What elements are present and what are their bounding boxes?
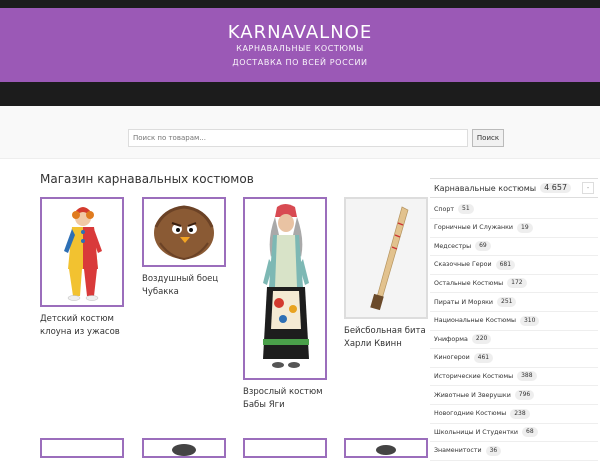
category-count-badge: 68: [522, 427, 538, 438]
category-count-badge: 681: [495, 259, 516, 270]
product-card[interactable]: [142, 438, 226, 458]
product-card[interactable]: [344, 438, 428, 458]
category-label[interactable]: Животные И Зверушки: [434, 392, 511, 399]
category-item[interactable]: Животные И Зверушки 796: [430, 386, 598, 405]
category-item[interactable]: Сказочные Герои 681: [430, 256, 598, 275]
category-count-badge: 388: [517, 371, 537, 382]
category-item[interactable]: Спорт 51: [430, 200, 598, 219]
product-name[interactable]: Взрослый костюм Бабы Яги: [243, 386, 338, 412]
category-label[interactable]: Униформа: [434, 336, 468, 343]
category-item[interactable]: Исторические Костюмы 388: [430, 367, 598, 387]
search-bar: Поиск: [0, 106, 600, 159]
category-label[interactable]: Остальные Костюмы: [434, 280, 503, 287]
site-tagline-1: КАРНАВАЛЬНЫЕ КОСТЮМЫ: [236, 44, 364, 53]
category-item[interactable]: Новогодние Костюмы 238: [430, 405, 598, 424]
search-button[interactable]: Поиск: [472, 129, 504, 147]
category-label[interactable]: Киногерои: [434, 354, 470, 361]
product-image[interactable]: [142, 197, 226, 267]
category-item[interactable]: Киногерои 461: [430, 349, 598, 368]
nav-bar: [0, 82, 600, 106]
category-label[interactable]: Исторические Костюмы: [434, 373, 513, 380]
product-name[interactable]: Бейсбольная бита Харли Квинн: [344, 325, 439, 351]
category-label[interactable]: Новогодние Костюмы: [434, 410, 506, 417]
category-header-label[interactable]: Карнавальные костюмы: [434, 184, 536, 193]
category-count-badge: 4 657: [540, 183, 572, 193]
category-label[interactable]: Горничные И Служанки: [434, 224, 513, 231]
category-label[interactable]: Сказочные Герои: [434, 261, 492, 268]
category-count-badge: 251: [497, 297, 517, 307]
product-image[interactable]: [344, 197, 428, 319]
category-label[interactable]: Национальные Костюмы: [434, 317, 516, 324]
category-count-badge: 36: [485, 445, 502, 456]
category-item[interactable]: Остальные Костюмы 172: [430, 274, 598, 294]
product-card[interactable]: Воздушный боец Чубакка: [142, 197, 237, 299]
product-name[interactable]: Воздушный боец Чубакка: [142, 273, 237, 299]
category-count-badge: 461: [473, 352, 494, 363]
product-image[interactable]: [243, 197, 327, 380]
product-card[interactable]: Взрослый костюм Бабы Яги: [243, 197, 338, 412]
top-bar: [0, 0, 600, 8]
product-card[interactable]: Детский костюм клоуна из ужасов: [40, 197, 135, 339]
category-count-badge: 51: [458, 204, 474, 214]
category-label[interactable]: Медсестры: [434, 243, 471, 250]
product-card[interactable]: [40, 438, 124, 458]
product-card[interactable]: Бейсбольная бита Харли Квинн: [344, 197, 439, 351]
category-count-badge: 19: [517, 222, 533, 233]
product-image[interactable]: [344, 438, 428, 458]
category-label[interactable]: Знаменитости: [434, 447, 482, 454]
product-image[interactable]: [243, 438, 327, 458]
product-card[interactable]: [243, 438, 327, 458]
category-item[interactable]: Школьницы И Студентки 68: [430, 423, 598, 443]
category-item[interactable]: Горничные И Служанки 19: [430, 219, 598, 238]
category-header[interactable]: Карнавальные костюмы 4 657 -: [430, 178, 598, 198]
category-count-badge: 796: [514, 390, 535, 400]
site-title[interactable]: KARNAVALNOE: [0, 22, 600, 43]
category-label[interactable]: Школьницы И Студентки: [434, 429, 518, 436]
search-input[interactable]: [128, 129, 468, 147]
product-image[interactable]: [40, 438, 124, 458]
product-name[interactable]: Детский костюм клоуна из ужасов: [40, 313, 135, 339]
category-count-badge: 220: [471, 334, 492, 345]
category-label[interactable]: Пираты И Моряки: [434, 299, 493, 306]
category-item[interactable]: Национальные Костюмы 310: [430, 312, 598, 331]
category-item[interactable]: Униформа 220: [430, 330, 598, 350]
category-count-badge: 310: [519, 315, 540, 326]
product-image[interactable]: [142, 438, 226, 458]
category-item[interactable]: Медсестры 69: [430, 237, 598, 257]
site-tagline-2: ДОСТАВКА ПО ВСЕЙ РОССИИ: [232, 58, 368, 67]
category-label[interactable]: Спорт: [434, 206, 454, 213]
category-item[interactable]: Знаменитости 36: [430, 442, 598, 461]
category-item[interactable]: Пираты И Моряки 251: [430, 293, 598, 312]
page-title: Магазин карнавальных костюмов: [40, 172, 254, 186]
category-count-badge: 69: [475, 241, 491, 252]
collapse-icon[interactable]: -: [582, 182, 594, 194]
product-image[interactable]: [40, 197, 124, 307]
site-header: KARNAVALNOE КАРНАВАЛЬНЫЕ КОСТЮМЫ ДОСТАВК…: [0, 8, 600, 82]
category-count-badge: 238: [510, 408, 530, 419]
category-count-badge: 172: [507, 278, 527, 289]
